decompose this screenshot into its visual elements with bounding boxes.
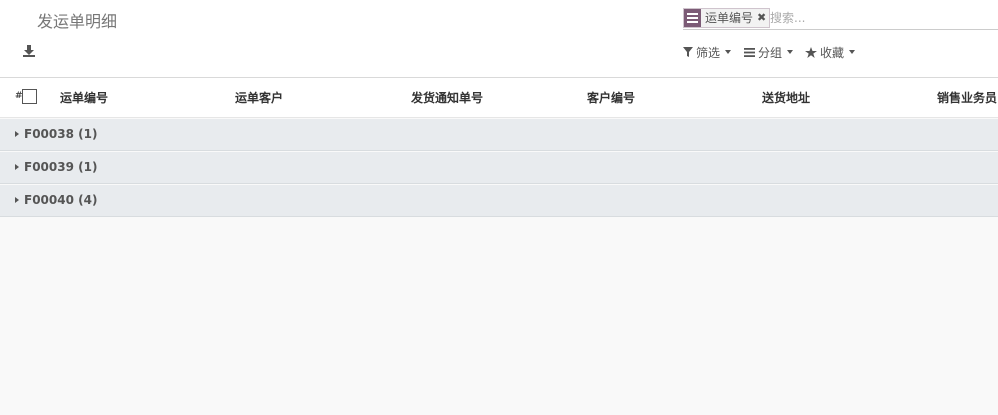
page-title: 发运单明细: [37, 12, 118, 31]
group-label: F00040 (4): [24, 193, 98, 207]
caret-right-icon: [15, 197, 19, 203]
favorites-label: 收藏: [820, 45, 845, 60]
favorites-dropdown[interactable]: 收藏: [805, 44, 856, 60]
download-icon[interactable]: [22, 43, 38, 59]
group-row[interactable]: F00040 (4): [0, 185, 998, 217]
group-label: 分组: [758, 45, 783, 60]
caret-right-icon: [15, 164, 19, 170]
chevron-down-icon: [849, 50, 856, 54]
filter-dropdown[interactable]: 筛选: [683, 44, 732, 60]
column-header-waybill-customer[interactable]: 运单客户: [235, 89, 283, 106]
facet-remove-icon[interactable]: ✖: [757, 9, 769, 27]
control-panel: 发运单明细 运单编号 ✖ 筛选: [0, 0, 998, 78]
chevron-down-icon: [787, 50, 794, 54]
group-label: F00039 (1): [24, 160, 98, 174]
search-box: 运单编号 ✖: [683, 7, 998, 30]
chevron-down-icon: [725, 50, 732, 54]
caret-right-icon: [15, 131, 19, 137]
group-row[interactable]: F00039 (1): [0, 152, 998, 184]
filter-label: 筛选: [696, 45, 721, 60]
search-facet: 运单编号 ✖: [683, 8, 771, 28]
select-all-checkbox[interactable]: [22, 89, 37, 104]
group-row[interactable]: F00038 (1): [0, 119, 998, 151]
star-icon: [805, 46, 817, 58]
group-label: F00038 (1): [24, 127, 98, 141]
column-header-waybill-no[interactable]: 运单编号: [60, 89, 108, 106]
funnel-icon: [683, 47, 693, 57]
column-header-delivery-address[interactable]: 送货地址: [762, 89, 810, 106]
column-header-delivery-notice-no[interactable]: 发货通知单号: [411, 89, 483, 106]
facet-value: 运单编号: [705, 11, 754, 25]
column-header-customer-no[interactable]: 客户编号: [587, 89, 635, 106]
group-dropdown[interactable]: 分组: [744, 44, 794, 60]
column-header-salesperson[interactable]: 销售业务员: [937, 89, 997, 106]
search-input[interactable]: [770, 9, 995, 27]
list-icon: [684, 9, 701, 27]
bars-icon: [744, 47, 755, 57]
list-header: # 运单编号 运单客户 发货通知单号 客户编号 送货地址 销售业务员: [0, 78, 998, 118]
